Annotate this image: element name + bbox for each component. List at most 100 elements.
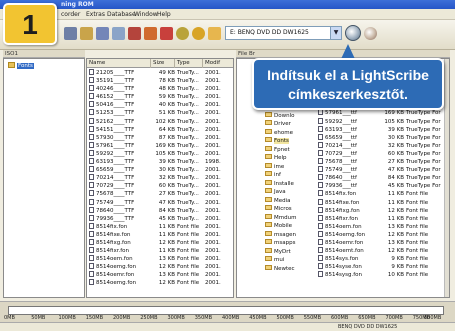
compilation-file-list[interactable]: Name Size Type Modif 21205____TTF 49 KB Tr… xyxy=(86,58,234,298)
table-row[interactable]: 8514oemg.fon 12 KB Font file 2001. xyxy=(87,263,233,271)
folder-item[interactable]: inf xyxy=(265,171,315,180)
table-row[interactable]: 63193____TTF 39 KB TrueTy... 1998. xyxy=(87,158,233,166)
tree-node-fonts[interactable]: Fonts xyxy=(8,62,34,70)
folder-icon xyxy=(265,213,272,219)
disc-info-icon[interactable] xyxy=(176,27,189,40)
vertical-scrollbar[interactable] xyxy=(444,59,449,297)
folder-item[interactable]: Fonts xyxy=(265,137,315,146)
copy-icon[interactable] xyxy=(144,27,157,40)
table-row[interactable]: 40246____TTF 48 KB TrueTy... 2001. xyxy=(87,85,233,93)
cut-icon[interactable] xyxy=(128,27,141,40)
table-row[interactable]: 46152____TTF 59 KB TrueTy... 2001. xyxy=(87,93,233,101)
table-row[interactable]: 57961___ttf 169 KB TrueType For xyxy=(318,109,449,117)
table-row[interactable]: 8514oem.fon 13 KB Font file 2001. xyxy=(87,255,233,263)
table-row[interactable]: 57930____TTF 87 KB TrueTy... 2001. xyxy=(87,133,233,142)
folder-item[interactable]: Mmdum xyxy=(265,213,315,223)
table-row[interactable]: 8514syse.fon 9 KB Font file xyxy=(318,263,449,271)
burn-icon[interactable] xyxy=(112,27,125,40)
table-row[interactable]: 75678___ttf 27 KB TrueType For xyxy=(318,158,449,166)
table-row[interactable]: 8514fixg.fon 12 KB Font file 2001. xyxy=(87,238,233,247)
menu-database[interactable]: Database xyxy=(107,9,136,20)
table-row[interactable]: 8514fix.fon 11 KB Font file 2001. xyxy=(87,222,233,231)
table-row[interactable]: 59292___ttf 105 KB TrueType For xyxy=(318,117,449,126)
folder-item[interactable]: Media xyxy=(265,196,315,206)
folder-item[interactable]: Help xyxy=(265,154,315,163)
table-row[interactable]: 79936____TTF 45 KB TrueTy... 2001. xyxy=(87,214,233,223)
table-row[interactable]: 65659___ttf 30 KB TrueType For xyxy=(318,133,449,142)
col-name[interactable]: Name xyxy=(87,59,151,68)
cell-name: 52162____TTF xyxy=(89,117,151,126)
table-row[interactable]: 8514oemt.fon 12 KB Font file xyxy=(318,247,449,255)
table-row[interactable]: 8514fix.fon 11 KB Font file xyxy=(318,190,449,198)
compilation-tree[interactable]: Fonts xyxy=(3,58,85,298)
folder-item[interactable]: Fpnet xyxy=(265,145,315,155)
menu-extras[interactable]: Extras xyxy=(86,9,105,20)
menu-help[interactable]: Help xyxy=(157,9,171,20)
col-modified[interactable]: Modif xyxy=(203,59,233,68)
table-row[interactable]: 35191____TTF 78 KB TrueTy... 2001. xyxy=(87,77,233,85)
table-row[interactable]: 21205____TTF 49 KB TrueTy... 2001. xyxy=(87,69,233,77)
table-row[interactable]: 70729____TTF 60 KB TrueTy... 2001. xyxy=(87,182,233,190)
table-row[interactable]: 75749___ttf 47 KB TrueType For xyxy=(318,166,449,174)
table-row[interactable]: 79936___ttf 45 KB TrueType For xyxy=(318,182,449,190)
table-row[interactable]: 59292____TTF 105 KB TrueTy... 2001. xyxy=(87,149,233,158)
table-row[interactable]: 8514fixr.fon 11 KB Font file 2001. xyxy=(87,247,233,255)
col-size[interactable]: Size xyxy=(151,59,175,68)
lightscribe-icon[interactable] xyxy=(345,25,361,41)
table-row[interactable]: 8514fixr.fon 11 KB Font file xyxy=(318,214,449,223)
wizard-icon[interactable] xyxy=(208,27,221,40)
table-row[interactable]: 57961____TTF 169 KB TrueTy... 2001. xyxy=(87,141,233,150)
table-row[interactable]: 8514fixg.fon 12 KB Font file xyxy=(318,206,449,215)
folder-item[interactable]: Installe xyxy=(265,179,315,189)
folder-item[interactable]: Downlo xyxy=(265,111,315,121)
eject-icon[interactable] xyxy=(192,27,205,40)
table-row[interactable]: 8514oemg.fon 12 KB Font file xyxy=(318,230,449,239)
menu-recorder[interactable]: corder xyxy=(61,9,80,20)
table-row[interactable]: 8514sysg.fon 10 KB Font file xyxy=(318,271,449,279)
table-row[interactable]: 8514oemr.fon 13 KB Font file xyxy=(318,238,449,247)
save-icon[interactable] xyxy=(96,27,109,40)
folder-item[interactable]: mui xyxy=(265,256,315,265)
open-icon[interactable] xyxy=(80,27,93,40)
paste-icon[interactable] xyxy=(160,27,173,40)
folder-item[interactable]: ime xyxy=(265,162,315,172)
cell-name: 79936____TTF xyxy=(89,214,151,223)
table-row[interactable]: 50416____TTF 40 KB TrueTy... 2001. xyxy=(87,101,233,109)
table-row[interactable]: 8514oemr.fon 13 KB Font file 2001. xyxy=(87,271,233,279)
table-row[interactable]: 8514fixe.fon 11 KB Font file 2001. xyxy=(87,230,233,239)
menu-window[interactable]: Window xyxy=(134,9,158,20)
folder-item[interactable]: Mobile xyxy=(265,222,315,231)
table-row[interactable]: 75749____TTF 47 KB TrueTy... 2001. xyxy=(87,198,233,207)
table-row[interactable]: 54151____TTF 64 KB TrueTy... 2001. xyxy=(87,125,233,134)
new-compilation-icon[interactable] xyxy=(64,27,77,40)
table-row[interactable]: 78640___ttf 84 KB TrueType For xyxy=(318,174,449,182)
chevron-down-icon[interactable]: ▼ xyxy=(330,27,341,39)
folder-item[interactable]: Micros xyxy=(265,205,315,214)
table-row[interactable]: 8514sys.fon 9 KB Font file xyxy=(318,255,449,263)
folder-item[interactable]: ehome xyxy=(265,128,315,138)
table-row[interactable]: 65659____TTF 30 KB TrueTy... 2001. xyxy=(87,166,233,174)
table-row[interactable]: 75678____TTF 27 KB TrueTy... 2001. xyxy=(87,190,233,198)
cell-size: 13 KB xyxy=(158,272,175,279)
table-row[interactable]: 8514fixe.fon 11 KB Font file xyxy=(318,198,449,207)
col-type[interactable]: Type xyxy=(175,59,203,68)
table-row[interactable]: 70214___ttf 32 KB TrueType For xyxy=(318,141,449,150)
disc-icon[interactable] xyxy=(364,27,377,40)
folder-item[interactable]: Java xyxy=(265,188,315,197)
folder-icon xyxy=(265,137,272,142)
table-row[interactable]: 70214____TTF 32 KB TrueTy... 2001. xyxy=(87,174,233,182)
drive-select[interactable]: E: BENQ DVD DD DW1625 ▼ xyxy=(225,26,342,40)
folder-item[interactable]: Driver xyxy=(265,120,315,129)
folder-item[interactable]: Newtec xyxy=(265,264,315,274)
folder-item[interactable]: MyDrt xyxy=(265,247,315,257)
folder-item[interactable]: msapps xyxy=(265,239,315,248)
folder-item[interactable]: msagen xyxy=(265,230,315,240)
table-row[interactable]: 70729___ttf 60 KB TrueType For xyxy=(318,149,449,158)
table-row[interactable]: 63193___ttf 39 KB TrueType For xyxy=(318,125,449,134)
table-row[interactable]: 8514oemg.fon 12 KB Font file 2001. xyxy=(87,279,233,287)
table-row[interactable]: 52162____TTF 102 KB TrueTy... 2001. xyxy=(87,117,233,126)
table-row[interactable]: 78640____TTF 84 KB TrueTy... 2001. xyxy=(87,206,233,215)
capacity-tick-label: 150MB xyxy=(85,315,104,321)
table-row[interactable]: 8514oem.fon 13 KB Font file xyxy=(318,222,449,231)
table-row[interactable]: 51253____TTF 51 KB TrueTy... 2001. xyxy=(87,109,233,117)
